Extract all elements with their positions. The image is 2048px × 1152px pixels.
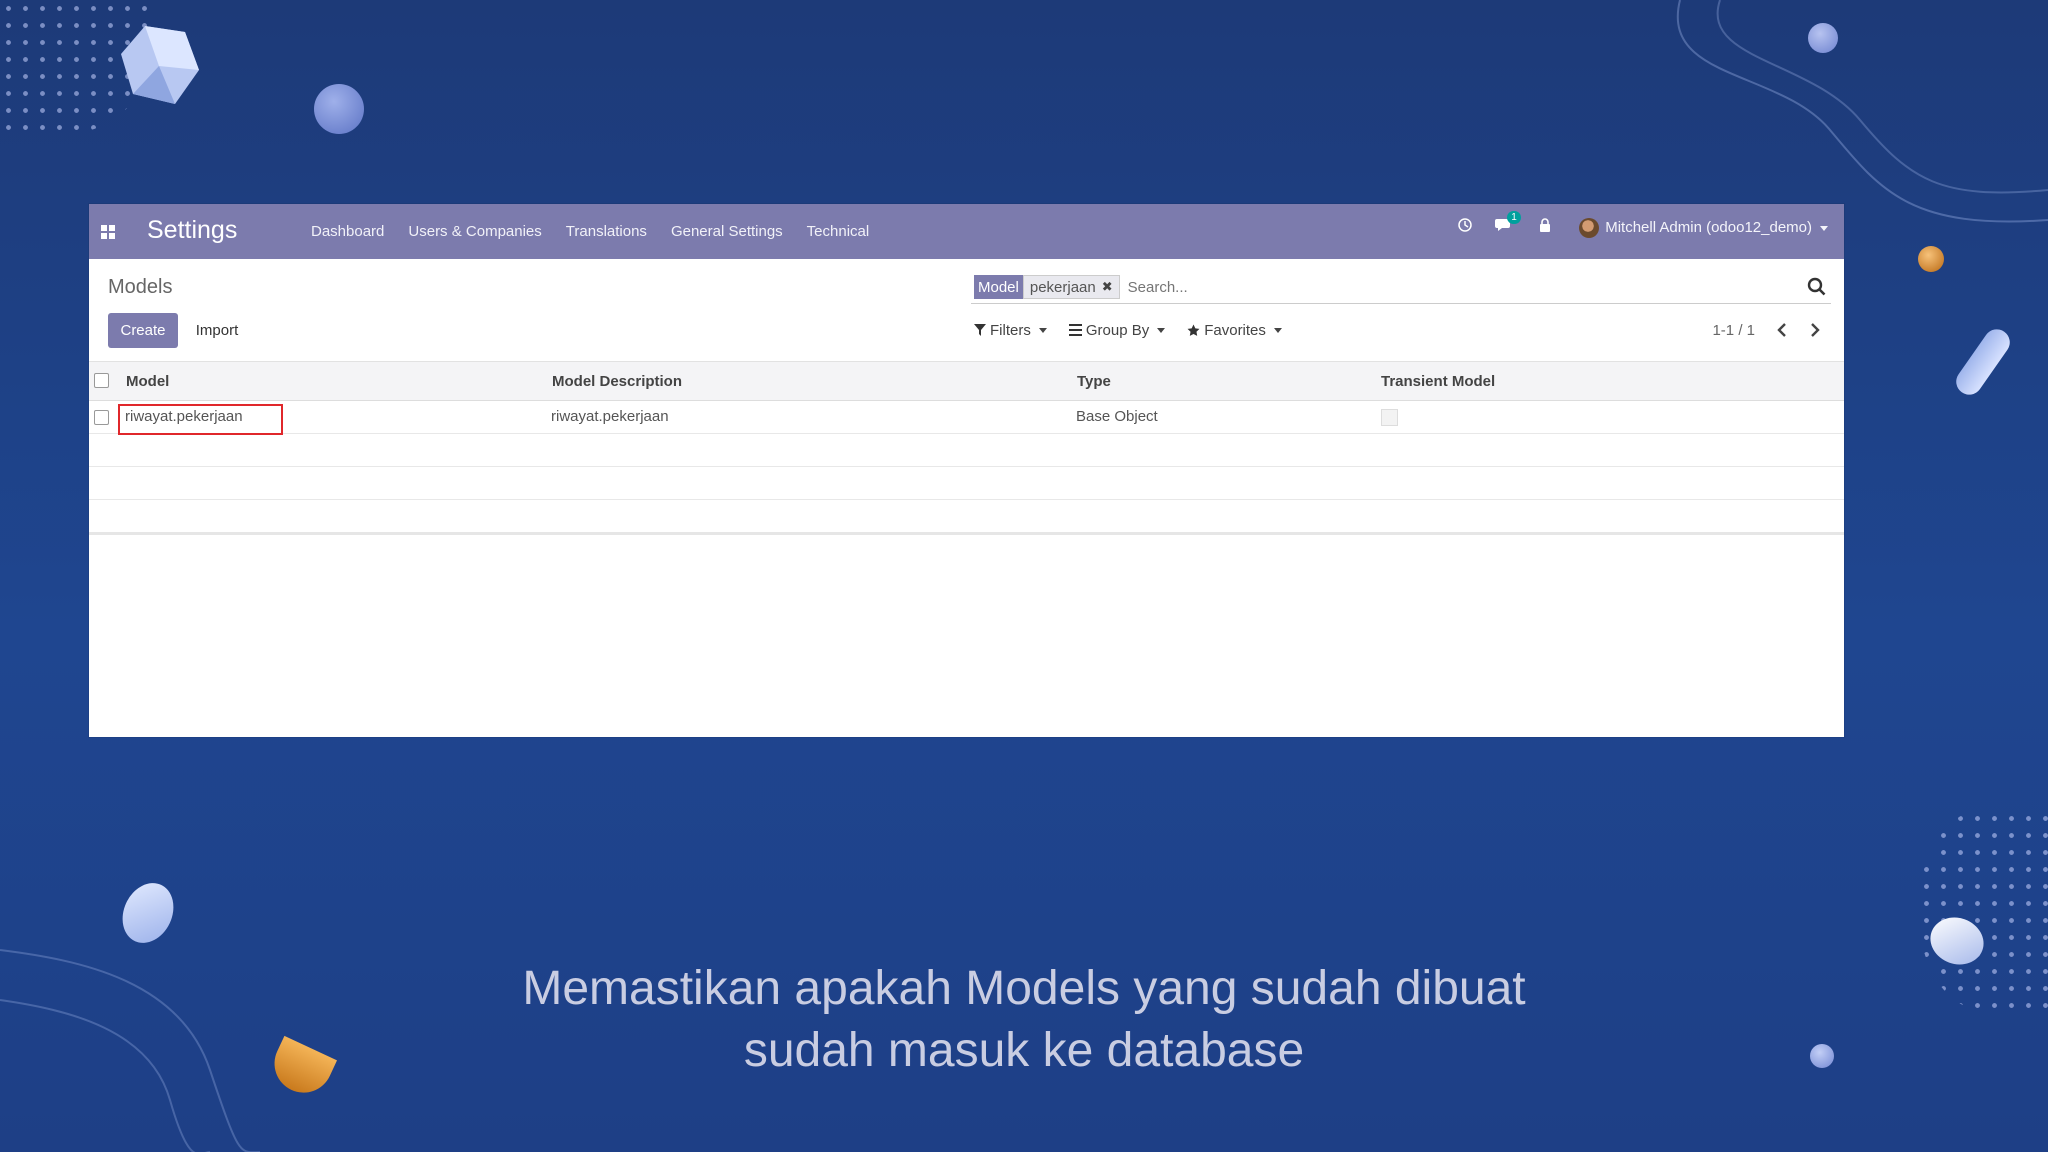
filters-dropdown[interactable]: Filters bbox=[974, 322, 1047, 339]
decor-hexagon bbox=[121, 26, 199, 104]
menu-users-companies[interactable]: Users & Companies bbox=[408, 223, 541, 240]
decor-sphere-top-right bbox=[1808, 23, 1838, 53]
menu-technical[interactable]: Technical bbox=[807, 223, 870, 240]
search-bar: Model pekerjaan ✖ bbox=[971, 271, 1831, 304]
facet-value: pekerjaan ✖ bbox=[1022, 275, 1120, 299]
chevron-down-icon bbox=[1157, 327, 1166, 333]
menu-translations[interactable]: Translations bbox=[566, 223, 647, 240]
search-facet: Model pekerjaan ✖ bbox=[974, 275, 1120, 299]
models-list-table: Model Model Description Type Transient M… bbox=[89, 361, 1844, 535]
favorites-dropdown[interactable]: Favorites bbox=[1187, 322, 1282, 339]
pager-previous-button[interactable] bbox=[1771, 318, 1793, 342]
chevron-left-icon bbox=[1777, 323, 1786, 337]
star-icon bbox=[1187, 324, 1200, 336]
caption-line-2: sudah masuk ke database bbox=[743, 1024, 1305, 1077]
user-avatar[interactable] bbox=[1579, 217, 1600, 238]
table-row-empty bbox=[89, 467, 1844, 500]
table-row-empty bbox=[89, 500, 1844, 535]
cell-model-description: riwayat.pekerjaan bbox=[551, 408, 669, 425]
breadcrumb: Models bbox=[108, 276, 173, 298]
create-button[interactable]: Create bbox=[108, 313, 178, 348]
decor-cylinder bbox=[1951, 324, 2015, 400]
slide-caption: Memastikan apakah Models yang sudah dibu… bbox=[0, 958, 2048, 1082]
column-model-description[interactable]: Model Description bbox=[552, 373, 682, 390]
row-checkbox[interactable] bbox=[94, 410, 109, 425]
import-button[interactable]: Import bbox=[184, 313, 250, 348]
top-navbar: Settings Dashboard Users & Companies Tra… bbox=[89, 204, 1844, 259]
group-by-dropdown[interactable]: Group By bbox=[1068, 321, 1166, 339]
facet-value-text: pekerjaan bbox=[1029, 278, 1096, 296]
filter-icon bbox=[974, 324, 986, 336]
user-menu[interactable]: Mitchell Admin (odoo12_demo) bbox=[1605, 219, 1828, 236]
search-options: Filters Group By Favorites bbox=[974, 313, 1304, 347]
chevron-down-icon bbox=[1820, 225, 1828, 231]
activity-clock-icon[interactable] bbox=[1457, 217, 1473, 238]
app-title: Settings bbox=[147, 216, 238, 244]
pager-next-button[interactable] bbox=[1804, 318, 1826, 342]
systray: 1 Mitchell Admin (odoo12_demo) bbox=[1435, 211, 1828, 238]
lock-icon[interactable] bbox=[1539, 217, 1551, 238]
decor-capsule-left bbox=[113, 874, 183, 952]
main-menu: Dashboard Users & Companies Translations… bbox=[311, 223, 893, 240]
column-model[interactable]: Model bbox=[126, 373, 169, 390]
cell-transient-checkbox bbox=[1381, 409, 1398, 426]
messages-icon[interactable]: 1 bbox=[1495, 211, 1521, 238]
select-all-checkbox[interactable] bbox=[94, 373, 109, 388]
chevron-right-icon bbox=[1811, 323, 1820, 337]
user-name: Mitchell Admin (odoo12_demo) bbox=[1605, 219, 1812, 236]
apps-menu-icon[interactable] bbox=[101, 225, 115, 239]
search-icon[interactable] bbox=[1807, 277, 1827, 297]
decor-orange-ball bbox=[1918, 246, 1944, 272]
chevron-down-icon bbox=[1273, 327, 1282, 333]
table-row[interactable]: riwayat.pekerjaan riwayat.pekerjaan Base… bbox=[89, 401, 1844, 435]
column-transient-model[interactable]: Transient Model bbox=[1381, 373, 1495, 390]
table-row-empty bbox=[89, 434, 1844, 467]
menu-general-settings[interactable]: General Settings bbox=[671, 223, 783, 240]
table-header: Model Model Description Type Transient M… bbox=[89, 361, 1844, 401]
menu-dashboard[interactable]: Dashboard bbox=[311, 223, 384, 240]
caption-line-1: Memastikan apakah Models yang sudah dibu… bbox=[522, 962, 1526, 1015]
remove-facet-icon[interactable]: ✖ bbox=[1102, 279, 1113, 295]
list-icon bbox=[1068, 324, 1082, 336]
group-by-label: Group By bbox=[1085, 321, 1150, 339]
decor-sphere-top bbox=[314, 84, 364, 134]
notification-badge: 1 bbox=[1507, 211, 1521, 224]
cell-type: Base Object bbox=[1076, 408, 1158, 425]
chevron-down-icon bbox=[1038, 327, 1047, 333]
odoo-window: Settings Dashboard Users & Companies Tra… bbox=[89, 204, 1844, 737]
filters-label: Filters bbox=[990, 321, 1031, 339]
cell-model: riwayat.pekerjaan bbox=[125, 408, 243, 425]
facet-label: Model bbox=[974, 275, 1023, 299]
column-type[interactable]: Type bbox=[1077, 373, 1111, 390]
search-input[interactable] bbox=[1125, 277, 1770, 297]
favorites-label: Favorites bbox=[1204, 321, 1266, 339]
pager-value: 1-1 / 1 bbox=[1712, 322, 1755, 339]
